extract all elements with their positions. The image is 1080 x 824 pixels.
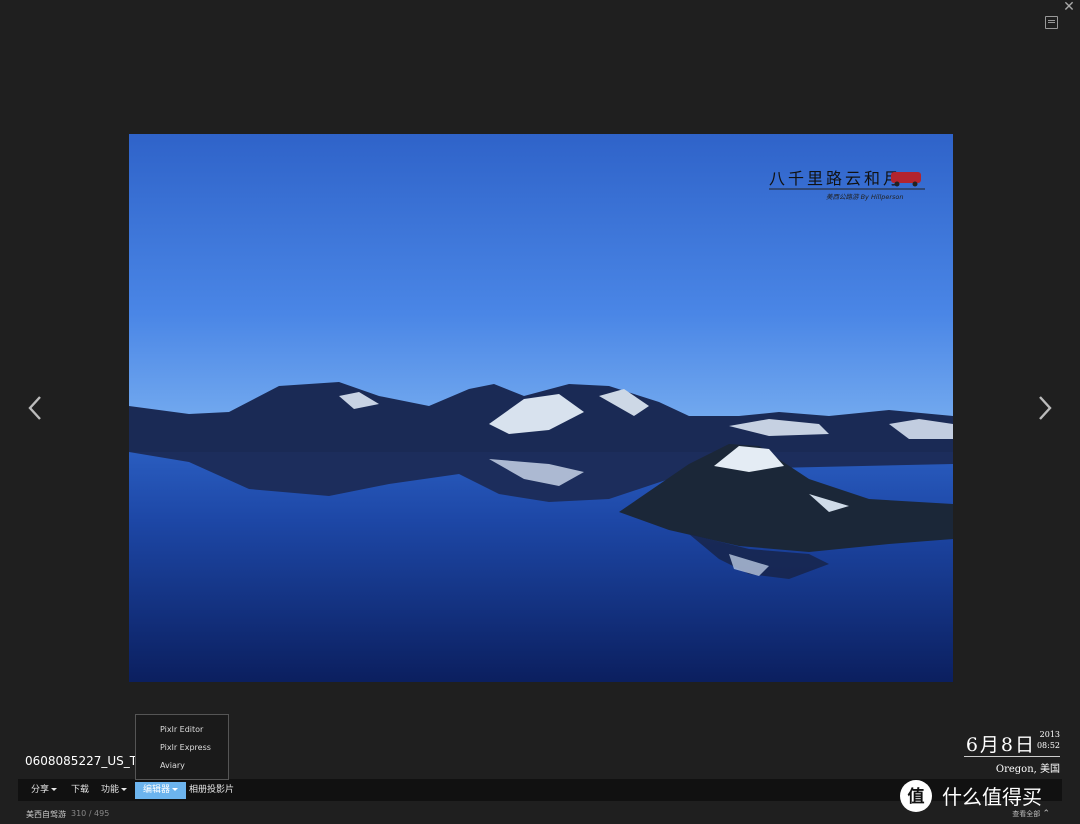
editor-label: 编辑器 bbox=[143, 785, 171, 795]
car-icon bbox=[891, 172, 921, 183]
share-button[interactable]: 分享 bbox=[31, 779, 58, 801]
photo-year: 2013 bbox=[1039, 730, 1060, 739]
next-photo-button[interactable] bbox=[1035, 388, 1055, 428]
lake-landscape-image: 八千里路云和月 美西公路游 By Hillperson bbox=[129, 134, 953, 682]
photo-location: Oregon, 美国 bbox=[995, 764, 1060, 775]
site-logo-text: 什么值得买 bbox=[942, 785, 1042, 809]
previous-photo-button[interactable] bbox=[25, 388, 45, 428]
photo-time: 08:52 bbox=[1036, 741, 1060, 750]
main-photo: 八千里路云和月 美西公路游 By Hillperson bbox=[129, 134, 953, 682]
chevron-down-icon bbox=[172, 788, 179, 791]
chevron-right-icon bbox=[1039, 396, 1052, 420]
slideshow-label: 相册投影片 bbox=[189, 785, 235, 795]
functions-button[interactable]: 功能 bbox=[101, 779, 128, 801]
download-button[interactable]: 下载 bbox=[71, 779, 89, 801]
date-divider bbox=[964, 756, 1060, 757]
chevron-left-icon bbox=[28, 396, 41, 420]
album-photo-count: 310 / 495 bbox=[71, 809, 110, 818]
site-logo: 值 什么值得买 bbox=[900, 778, 1070, 818]
photo-title: 0608085227_US_T bbox=[25, 754, 138, 768]
photo-date: 6月8日 bbox=[965, 734, 1036, 756]
editor-button[interactable]: 编辑器 bbox=[135, 782, 187, 799]
share-label: 分享 bbox=[31, 785, 50, 795]
svg-text:值: 值 bbox=[908, 786, 925, 807]
download-label: 下载 bbox=[71, 785, 90, 795]
slideshow-button[interactable]: 相册投影片 bbox=[189, 779, 234, 801]
album-name[interactable]: 美西自驾游 bbox=[26, 809, 66, 820]
chevron-down-icon bbox=[51, 788, 58, 791]
editor-dropdown-menu: Pixlr Editor Pixlr Express Aviary bbox=[135, 714, 229, 780]
menu-item-aviary[interactable]: Aviary bbox=[160, 761, 185, 770]
menu-item-pixlr-express[interactable]: Pixlr Express bbox=[160, 743, 211, 752]
watermark-title: 八千里路云和月 bbox=[769, 169, 902, 188]
chevron-down-icon bbox=[121, 788, 128, 791]
close-button[interactable]: ✕ bbox=[1062, 0, 1076, 14]
site-logo-graphic: 值 什么值得买 bbox=[900, 780, 1042, 812]
info-icon[interactable] bbox=[1045, 16, 1058, 29]
watermark-subtitle: 美西公路游 By Hillperson bbox=[826, 193, 904, 201]
menu-item-pixlr-editor[interactable]: Pixlr Editor bbox=[160, 725, 203, 734]
functions-label: 功能 bbox=[101, 785, 120, 795]
